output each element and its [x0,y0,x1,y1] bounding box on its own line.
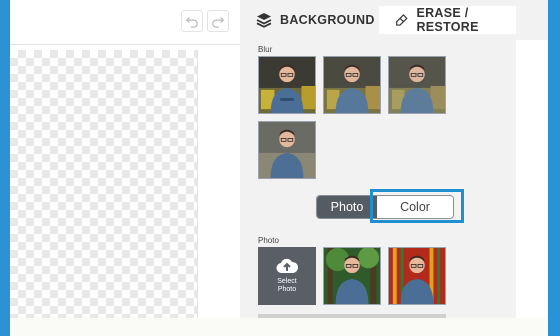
upload-cloud-icon [276,258,298,274]
blur-thumbnail[interactable] [323,56,381,114]
bottom-strip [10,318,548,336]
photo-background-thumbnail[interactable] [388,247,446,305]
layers-icon [256,13,272,28]
redo-button[interactable] [207,10,229,32]
striped-background-thumbnail [389,248,445,304]
tab-erase-restore-label: ERASE / RESTORE [416,6,479,34]
person-photo-thumbnail [259,122,315,178]
tab-bar: BACKGROUND ERASE / RESTORE [240,0,548,40]
background-panel: Blur Photo Color Photo Select Photo [240,40,516,318]
person-photo-thumbnail [259,57,315,113]
select-photo-line1: Select [277,278,297,285]
transparent-canvas[interactable] [10,50,198,318]
toggle-photo-option[interactable]: Photo [317,196,377,218]
undo-icon [185,17,198,28]
photo-section-label: Photo [258,236,279,245]
eraser-icon [396,14,408,26]
tab-background-label: BACKGROUND [280,13,375,27]
tab-background[interactable]: BACKGROUND [256,6,375,34]
tab-erase-restore[interactable]: ERASE / RESTORE [379,6,516,34]
next-thumbnail-row [258,314,446,318]
left-frame-border [0,0,10,336]
editor-canvas-area [10,0,240,318]
blur-thumbnail[interactable] [258,56,316,114]
right-frame-border [548,0,560,336]
canvas-divider [10,44,240,45]
panel-edge [516,40,548,318]
redo-icon [212,17,225,28]
person-photo-thumbnail [324,57,380,113]
photo-color-toggle: Photo Color [316,195,454,219]
blur-section-label: Blur [258,45,273,54]
blur-thumbnail[interactable] [258,121,316,179]
photo-background-thumbnail[interactable] [323,247,381,305]
select-photo-button[interactable]: Select Photo [258,247,316,305]
blur-thumbnail[interactable] [388,56,446,114]
undo-button[interactable] [181,10,203,32]
select-photo-line2: Photo [277,286,297,293]
forest-background-thumbnail [324,248,380,304]
toggle-color-option[interactable]: Color [377,196,453,218]
person-photo-thumbnail [389,57,445,113]
